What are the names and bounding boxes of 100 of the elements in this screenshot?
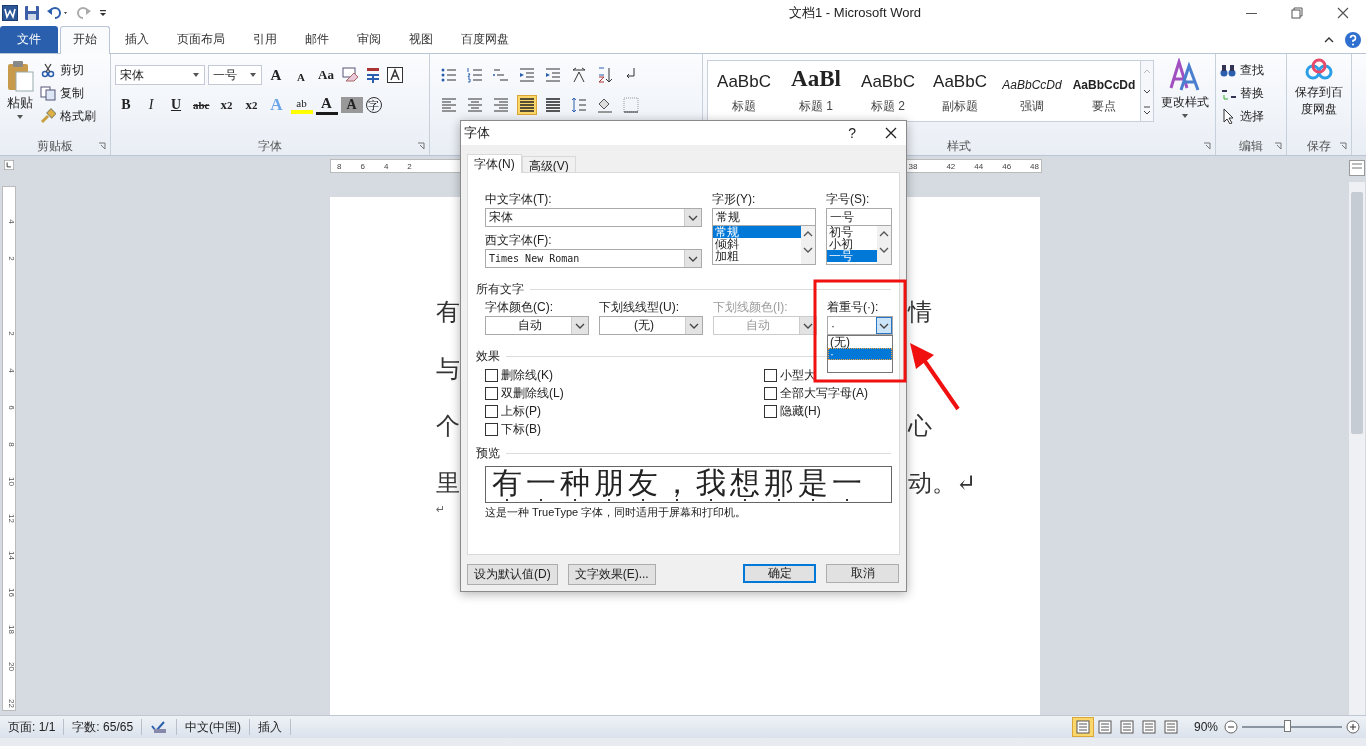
dialog-tab[interactable]: 字体(N) [467, 154, 522, 173]
italic-button[interactable]: I [140, 95, 162, 115]
checkbox[interactable] [485, 387, 498, 400]
list-item[interactable]: 常规 [713, 226, 801, 238]
ribbon-tab[interactable]: 插入 [112, 26, 162, 53]
status-text[interactable]: 页面: 1/1 [0, 719, 65, 735]
checkbox-label[interactable]: 隐藏(H) [780, 403, 821, 420]
highlight-button[interactable]: ab [290, 96, 313, 114]
dialog-launcher-icon[interactable] [1339, 142, 1347, 150]
dialog-launcher-icon[interactable] [417, 142, 425, 150]
clear-format-icon[interactable] [340, 66, 360, 84]
dialog-button[interactable]: 确定 [743, 564, 816, 583]
ribbon-tab[interactable]: 百度网盘 [448, 26, 522, 53]
format-painter-button[interactable]: 格式刷 [40, 106, 96, 126]
input-field[interactable]: 一号 [826, 208, 892, 226]
tab-selector-icon[interactable] [1, 160, 17, 170]
save-to-cloud-button[interactable]: 保存到百度网盘 [1291, 58, 1347, 137]
dialog-button[interactable]: 文字效果(E)... [567, 564, 656, 585]
list-item[interactable]: 初号 [827, 226, 877, 238]
status-text[interactable]: 字数: 65/65 [64, 719, 143, 735]
change-case-button[interactable]: Aa [315, 65, 337, 85]
status-text[interactable]: 插入 [250, 719, 292, 735]
print-layout-icon[interactable] [1072, 718, 1093, 736]
font-dropdown[interactable]: Times New Roman [485, 249, 702, 268]
align-right-icon[interactable] [492, 96, 510, 114]
dialog-launcher-icon[interactable] [1203, 142, 1211, 150]
ribbon-tab[interactable]: 文件 [0, 26, 58, 53]
status-text[interactable]: 中文(中国) [177, 719, 251, 735]
scrollbar[interactable] [1349, 182, 1365, 715]
font-name-field[interactable]: 宋体 [115, 65, 205, 85]
dropdown-option[interactable]: · [828, 348, 892, 360]
input-field[interactable]: 常规 [712, 208, 816, 226]
dialog-tab[interactable]: 高级(V) [521, 156, 576, 172]
ribbon-tab[interactable]: 审阅 [344, 26, 394, 53]
dialog-launcher-icon[interactable] [1274, 142, 1282, 150]
checkbox[interactable] [485, 405, 498, 418]
numbering-icon[interactable] [466, 66, 484, 84]
font-size-field[interactable]: 一号 [208, 65, 262, 85]
proofing-icon[interactable] [150, 720, 169, 734]
font-color-button[interactable]: A [315, 95, 338, 115]
checkbox[interactable] [764, 387, 777, 400]
checkbox[interactable] [764, 405, 777, 418]
distributed-icon[interactable] [544, 96, 562, 114]
align-center-icon[interactable] [466, 96, 484, 114]
dialog-button[interactable]: 取消 [826, 564, 899, 583]
style-item[interactable]: AaBbCcDd 强调 [996, 61, 1068, 121]
checkbox[interactable] [485, 423, 498, 436]
decrease-indent-icon[interactable] [518, 66, 536, 84]
checkbox-label[interactable]: 上标(P) [501, 403, 541, 420]
checkbox[interactable] [764, 369, 777, 382]
list-item[interactable]: 加粗 [713, 250, 801, 262]
dialog-button[interactable]: 设为默认值(D) [467, 564, 558, 585]
dialog-launcher-icon[interactable] [98, 142, 106, 150]
style-item[interactable]: AaBbC 标题 [708, 61, 780, 121]
borders-icon[interactable] [622, 96, 640, 114]
justify-icon[interactable] [518, 96, 536, 114]
dropdown[interactable]: · [827, 316, 893, 335]
undo-icon[interactable] [46, 5, 70, 21]
checkbox-label[interactable]: 全部大写字母(A) [780, 385, 868, 402]
checkbox-label[interactable]: 双删除线(L) [501, 385, 564, 402]
grow-font-button[interactable]: A [265, 65, 287, 85]
ribbon-tab[interactable]: 邮件 [292, 26, 342, 53]
dropdown[interactable]: 自动 [485, 316, 589, 335]
find-button[interactable]: 查找 [1220, 60, 1264, 80]
dropdown[interactable]: (无) [599, 316, 703, 335]
character-shading-button[interactable]: A [340, 97, 363, 113]
select-button[interactable]: 选择 [1220, 106, 1264, 126]
bullets-icon[interactable] [440, 66, 458, 84]
save-icon[interactable] [24, 5, 40, 21]
redo-icon[interactable] [76, 5, 92, 21]
style-item[interactable]: AaBbC 标题 2 [852, 61, 924, 121]
increase-indent-icon[interactable] [544, 66, 562, 84]
style-item[interactable]: AaBbC 副标题 [924, 61, 996, 121]
underline-button[interactable]: U [165, 95, 187, 115]
character-border-icon[interactable] [386, 66, 404, 84]
list-item[interactable]: 一号 [827, 250, 877, 262]
ribbon-tab[interactable]: 视图 [396, 26, 446, 53]
help-icon[interactable] [1344, 30, 1362, 49]
ribbon-tab[interactable]: 页面布局 [164, 26, 238, 53]
copy-button[interactable]: 复制 [40, 83, 96, 103]
style-item[interactable]: AaBl 标题 1 [780, 61, 852, 121]
text-direction-icon[interactable] [570, 66, 588, 84]
multilevel-list-icon[interactable] [492, 66, 510, 84]
zoom-out-icon[interactable] [1224, 720, 1238, 734]
font-dropdown[interactable]: 宋体 [485, 208, 702, 227]
list-item[interactable]: 小初 [827, 238, 877, 250]
cut-button[interactable]: 剪切 [40, 60, 96, 80]
replace-button[interactable]: 替换 [1220, 83, 1264, 103]
view-ruler-icon[interactable] [1349, 160, 1365, 176]
checkbox-label[interactable]: 下标(B) [501, 421, 541, 438]
line-spacing-icon[interactable] [570, 96, 588, 114]
sort-icon[interactable] [596, 66, 614, 84]
word-app-icon[interactable] [2, 5, 18, 21]
zoom-level[interactable]: 90% [1193, 720, 1218, 734]
ribbon-tab[interactable]: 开始 [60, 26, 110, 54]
zoom-in-icon[interactable] [1346, 720, 1360, 734]
paste-button[interactable]: 粘贴 [4, 58, 36, 137]
checkbox[interactable] [485, 369, 498, 382]
list-item[interactable]: 倾斜 [713, 238, 801, 250]
checkbox-label[interactable]: 删除线(K) [501, 367, 553, 384]
